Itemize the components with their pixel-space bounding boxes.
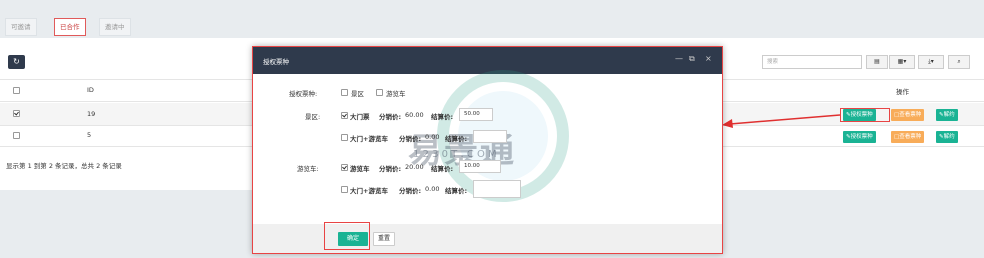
authorize-ticket-button[interactable]: ✎授权票种 xyxy=(843,131,876,143)
search-input[interactable]: 搜索 xyxy=(762,55,862,69)
bus-item-checkbox[interactable] xyxy=(341,164,348,171)
tab-inviting[interactable]: 邀请中 xyxy=(99,18,131,36)
scenic-item-name: 大门票 xyxy=(350,113,370,121)
view-ticket-button[interactable]: □查看票种 xyxy=(891,109,925,121)
ticket-type-label: 授权票种: xyxy=(289,90,318,98)
settle-price-input[interactable] xyxy=(473,180,521,198)
watermark-domain: 1 2 3 0 T . C O M xyxy=(413,149,497,160)
row-checkbox[interactable] xyxy=(13,110,20,117)
dist-price-value: 60.00 xyxy=(405,111,424,119)
bus-item-checkbox[interactable] xyxy=(341,186,348,193)
dialog-title: 授权票种 xyxy=(263,58,289,66)
type-bus-label: 游览车 xyxy=(386,90,406,98)
type-scenic-checkbox[interactable] xyxy=(341,89,348,96)
dist-price-label: 分销价: xyxy=(399,135,422,143)
dist-price-value: 0.00 xyxy=(425,185,440,193)
view-ticket-button[interactable]: □查看票种 xyxy=(891,131,925,143)
confirm-button[interactable]: 确定 xyxy=(338,232,368,246)
column-header-id: ID xyxy=(87,86,94,94)
settle-price-input[interactable] xyxy=(473,130,507,143)
type-bus-checkbox[interactable] xyxy=(376,89,383,96)
settle-price-label: 结算价: xyxy=(431,113,454,121)
settle-price-input[interactable]: 10.00 xyxy=(459,160,501,173)
type-scenic-label: 景区 xyxy=(351,90,364,98)
row-id: 5 xyxy=(87,131,92,139)
bus-item-name: 游览车 xyxy=(350,165,370,173)
settle-price-label: 结算价: xyxy=(431,165,454,173)
minimize-icon[interactable]: — xyxy=(675,54,683,63)
settle-price-label: 结算价: xyxy=(445,187,468,195)
bus-item-name: 大门+游览车 xyxy=(350,187,388,195)
pagination-info: 显示第 1 到第 2 条记录，总共 2 条记录 xyxy=(6,162,122,170)
annotation-arrow xyxy=(722,114,841,128)
dist-price-value: 0.00 xyxy=(425,133,440,141)
terminate-button[interactable]: ✎解约 xyxy=(936,131,958,143)
authorize-ticket-dialog: 授权票种 — ⧉ × 易景通 1 2 3 0 T . C O M 授权票种: 景… xyxy=(252,46,723,254)
authorize-ticket-button[interactable]: ✎授权票种 xyxy=(843,109,876,121)
dist-price-label: 分销价: xyxy=(379,165,402,173)
terminate-button[interactable]: ✎解约 xyxy=(936,109,958,121)
tab-bar: 可邀请 已合作 邀请中 xyxy=(0,8,984,36)
scenic-item-checkbox[interactable] xyxy=(341,134,348,141)
refresh-icon: ↻ xyxy=(13,57,20,66)
tab-invitable[interactable]: 可邀请 xyxy=(5,18,37,36)
tab-cooperated[interactable]: 已合作 xyxy=(54,18,86,36)
grid-icon: ▦▾ xyxy=(897,58,907,65)
search-button[interactable]: ⌕ xyxy=(948,55,970,69)
settle-price-label: 结算价: xyxy=(445,135,468,143)
grid-dropdown-button[interactable]: ▦▾ xyxy=(889,55,915,69)
settle-price-input[interactable]: 50.00 xyxy=(459,108,493,121)
select-all-checkbox[interactable] xyxy=(13,87,20,94)
dist-price-value: 20.00 xyxy=(405,163,424,171)
scenic-item-checkbox[interactable] xyxy=(341,112,348,119)
export-icon: ⤓▾ xyxy=(928,58,934,65)
restore-icon[interactable]: ⧉ xyxy=(689,54,695,64)
row-id: 19 xyxy=(87,110,96,118)
close-icon[interactable]: × xyxy=(705,54,712,63)
reset-button[interactable]: 重置 xyxy=(373,232,395,246)
row-checkbox[interactable] xyxy=(13,132,20,139)
scenic-label: 景区: xyxy=(305,113,321,121)
column-header-actions: 操作 xyxy=(896,88,909,96)
scenic-item-name: 大门+游览车 xyxy=(350,135,388,143)
dist-price-label: 分销价: xyxy=(399,187,422,195)
search-icon: ⌕ xyxy=(957,58,961,65)
refresh-button[interactable]: ↻ xyxy=(8,55,25,69)
export-dropdown-button[interactable]: ⤓▾ xyxy=(918,55,944,69)
dist-price-label: 分销价: xyxy=(379,113,402,121)
columns-button[interactable]: ▤ xyxy=(866,55,888,69)
columns-icon: ▤ xyxy=(874,58,880,65)
bus-label: 游览车: xyxy=(297,165,319,173)
